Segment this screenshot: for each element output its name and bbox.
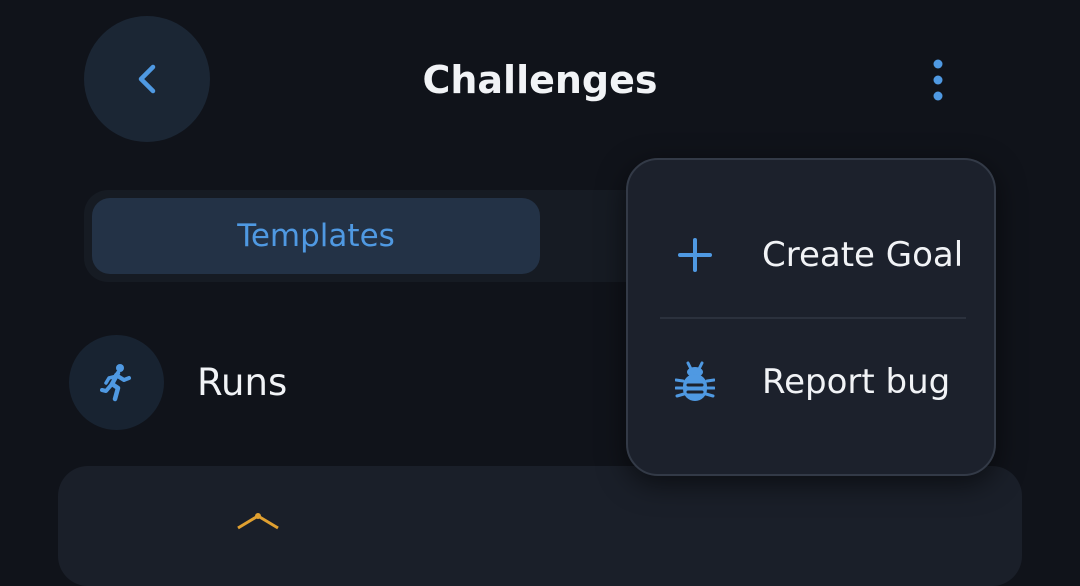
- menu-item-label: Report bug: [762, 362, 951, 402]
- bug-icon: [675, 361, 715, 401]
- menu-item-create-goal[interactable]: Create Goal: [628, 195, 994, 315]
- challenge-card[interactable]: [58, 466, 1022, 586]
- plus-icon: [678, 238, 712, 272]
- menu-item-report-bug[interactable]: Report bug: [628, 322, 994, 442]
- menu-divider: [660, 317, 966, 319]
- overflow-menu: Create Goal Report bug: [626, 158, 996, 476]
- category-label: Runs: [197, 361, 288, 404]
- card-icon: [237, 513, 279, 530]
- menu-item-label: Create Goal: [762, 235, 964, 275]
- category-icon-badge: [69, 335, 164, 430]
- more-vertical-icon: [933, 59, 943, 101]
- tab-templates[interactable]: Templates: [92, 198, 540, 274]
- more-options-button[interactable]: [910, 50, 966, 110]
- running-icon: [99, 363, 131, 401]
